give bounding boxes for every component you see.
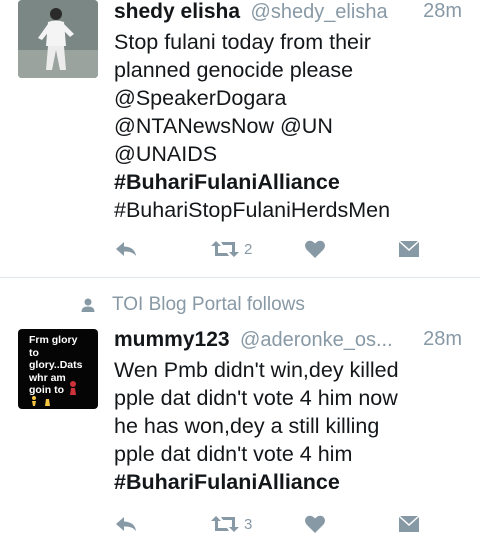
direct-message-button[interactable] (398, 237, 420, 261)
like-button[interactable] (304, 237, 326, 261)
timestamp: 28m (423, 328, 462, 350)
tweet-actions: 2 (114, 237, 424, 261)
dm-icon (399, 241, 419, 257)
user-handle[interactable]: @aderonke_os... (240, 329, 393, 351)
display-name[interactable]: shedy elisha (114, 0, 240, 23)
tweet-text-line: pple dat didn't vote 4 him now (114, 386, 398, 410)
like-button[interactable] (304, 512, 326, 536)
hashtag-link[interactable]: #BuhariStopFulaniHerdsMen (114, 196, 464, 224)
heart-icon (305, 515, 325, 533)
social-context[interactable]: TOI Blog Portal follows (80, 293, 305, 317)
retweet-count: 2 (244, 240, 253, 258)
hashtag-link[interactable]: #BuhariFulaniAlliance (114, 168, 464, 196)
tweet-text-line: he has won,dey a still killing (114, 414, 380, 438)
tweet-actions: 3 (114, 512, 424, 536)
reply-button[interactable] (114, 512, 138, 536)
tweet-text-line: Stop fulani today from their (114, 30, 371, 54)
social-context-text: TOI Blog Portal follows (112, 294, 305, 315)
direct-message-button[interactable] (398, 512, 420, 536)
display-name[interactable]: mummy123 (114, 328, 230, 351)
mention-link[interactable]: @UNAIDS (114, 140, 464, 168)
user-handle[interactable]: @shedy_elisha (251, 1, 388, 23)
tweet-text: Stop fulani today from their planned gen… (114, 28, 464, 224)
avatar[interactable] (18, 0, 98, 78)
avatar[interactable]: Frm glory to glory..Dats whr am goin to (18, 329, 98, 409)
mention-link[interactable]: @NTANewsNow @UN (114, 112, 464, 140)
person-icon (81, 298, 95, 312)
reply-button[interactable] (114, 237, 138, 261)
tweet-header: shedy elisha @shedy_elisha 28m (114, 0, 462, 26)
tweet-text-line: planned genocide please (114, 58, 354, 82)
reply-icon (116, 517, 136, 531)
heart-icon (305, 240, 325, 258)
avatar-photo (18, 0, 98, 78)
reply-icon (116, 242, 136, 256)
hashtag-link[interactable]: #BuhariFulaniAlliance (114, 468, 464, 496)
dm-icon (399, 516, 419, 532)
tweet-header: mummy123 @aderonke_os... 28m (114, 328, 462, 354)
avatar-emoji (32, 381, 76, 406)
retweet-button[interactable]: 3 (210, 512, 252, 536)
tweet-divider (0, 277, 480, 278)
tweet-text-line: pple dat didn't vote 4 him (114, 442, 353, 466)
retweet-button[interactable]: 2 (210, 237, 252, 261)
timestamp: 28m (423, 0, 462, 22)
retweet-icon (211, 516, 239, 532)
mention-link[interactable]: @SpeakerDogara (114, 84, 464, 112)
retweet-count: 3 (244, 515, 253, 533)
tweet-text-line: Wen Pmb didn't win,dey killed (114, 358, 399, 382)
tweet-text: Wen Pmb didn't win,dey killed pple dat d… (114, 356, 464, 496)
retweet-icon (211, 241, 239, 257)
